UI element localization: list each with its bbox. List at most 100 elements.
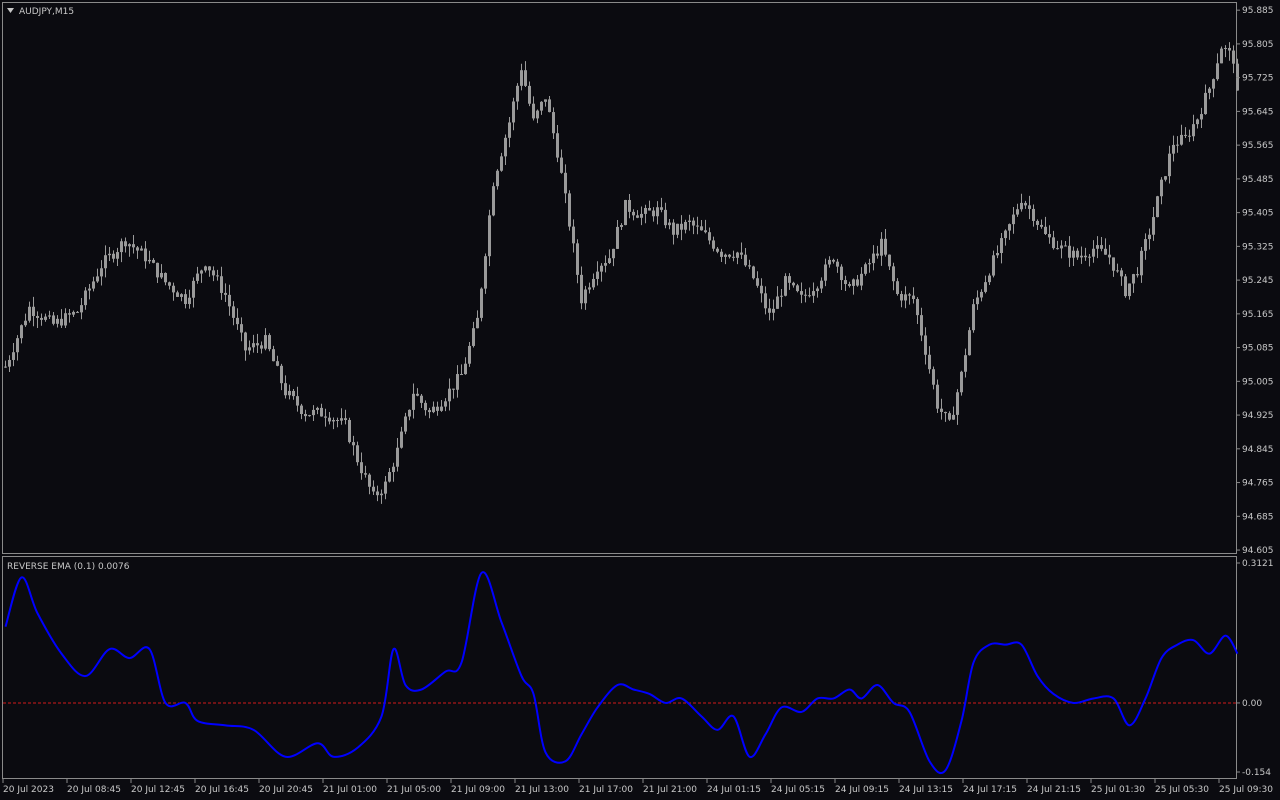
candle-body <box>692 220 695 226</box>
candle-body <box>112 253 115 259</box>
candle-body <box>504 137 507 157</box>
candle-body <box>1108 254 1111 258</box>
candle-body <box>1212 79 1215 89</box>
candle-body <box>476 317 479 329</box>
candle-body <box>348 419 351 443</box>
price-tick-label: 94.605 <box>1242 546 1274 556</box>
candle-body <box>756 278 759 286</box>
candle-body <box>648 207 651 211</box>
candle-body <box>848 284 851 286</box>
candle-body <box>580 274 583 304</box>
candle-body <box>244 332 247 351</box>
candle-body <box>780 295 783 297</box>
candle-body <box>1228 47 1231 51</box>
candle-body <box>892 266 895 282</box>
candle-body <box>764 293 767 309</box>
candle-body <box>1040 224 1043 227</box>
candle-body <box>64 313 67 326</box>
candle-body <box>520 70 523 86</box>
candle-body <box>440 406 443 411</box>
candle <box>960 370 963 396</box>
candle-body <box>952 414 955 420</box>
candle-body <box>896 281 899 294</box>
candle-body <box>772 308 775 313</box>
candle-body <box>36 316 39 318</box>
candle-body <box>216 275 219 277</box>
candle-body <box>116 252 119 259</box>
time-tick-label: 21 Jul 13:00 <box>515 785 569 795</box>
time-tick-label: 21 Jul 01:00 <box>323 785 377 795</box>
candle-body <box>1020 202 1023 210</box>
candle-body <box>564 172 567 194</box>
candle-body <box>24 320 27 326</box>
candle-body <box>680 223 683 230</box>
candle-body <box>488 215 491 257</box>
price-tick-label: 94.685 <box>1242 512 1274 522</box>
candle-body <box>1132 274 1135 284</box>
candle-body <box>156 262 159 278</box>
time-tick-label: 21 Jul 21:00 <box>643 785 697 795</box>
candle-body <box>196 273 199 281</box>
candle-body <box>340 418 343 421</box>
price-tick-label: 94.845 <box>1242 445 1274 455</box>
candle-body <box>676 223 679 235</box>
indicator-tick-label: 0.00 <box>1242 699 1262 709</box>
candle-body <box>76 311 79 313</box>
candle-body <box>660 207 663 210</box>
candle-body <box>176 292 179 297</box>
candle-body <box>80 305 83 313</box>
candle-body <box>544 99 547 102</box>
candle-body <box>868 263 871 265</box>
candle-body <box>48 315 51 317</box>
candle-body <box>516 85 519 102</box>
candle-body <box>632 211 635 216</box>
time-tick-label: 25 Jul 05:30 <box>1155 785 1209 795</box>
candle-body <box>940 408 943 412</box>
candle-body <box>600 265 603 272</box>
candle-body <box>368 474 371 487</box>
time-tick-label: 20 Jul 20:45 <box>259 785 313 795</box>
indicator-title: REVERSE EMA (0.1) 0.0076 <box>7 562 130 572</box>
candle-body <box>856 279 859 286</box>
candle-body <box>356 445 359 463</box>
candle-body <box>28 306 31 321</box>
candle-body <box>1192 124 1195 137</box>
candle-body <box>1044 226 1047 235</box>
candle-body <box>1164 176 1167 180</box>
candle <box>1124 274 1127 298</box>
candle-body <box>136 247 139 251</box>
candle-body <box>992 255 995 276</box>
price-tick-label: 95.245 <box>1242 276 1274 286</box>
candle-body <box>108 253 111 256</box>
candle-body <box>96 276 99 282</box>
candle-body <box>1064 245 1067 247</box>
candle-body <box>384 481 387 494</box>
candle-body <box>720 251 723 257</box>
candle-body <box>188 297 191 305</box>
candle-body <box>392 466 395 473</box>
candle-body <box>304 414 307 417</box>
candle-body <box>480 288 483 318</box>
candle-body <box>72 311 75 315</box>
candle-body <box>732 256 735 258</box>
candle-body <box>132 244 135 248</box>
candle-body <box>332 419 335 422</box>
candle-body <box>208 266 211 271</box>
candle-body <box>1052 237 1055 249</box>
candle-body <box>124 241 127 247</box>
candle-body <box>696 225 699 227</box>
candle-body <box>532 103 535 119</box>
candle-body <box>880 238 883 256</box>
candle-body <box>588 287 591 290</box>
candle-body <box>1016 209 1019 215</box>
candle-body <box>976 297 979 305</box>
candle-body <box>272 349 275 362</box>
candle-body <box>620 225 623 227</box>
candle-body <box>548 99 551 113</box>
candle-body <box>836 261 839 267</box>
candle-body <box>428 410 431 413</box>
candle-body <box>1208 88 1211 93</box>
candle-body <box>180 294 183 297</box>
candle-body <box>260 345 263 349</box>
candle-body <box>560 157 563 173</box>
